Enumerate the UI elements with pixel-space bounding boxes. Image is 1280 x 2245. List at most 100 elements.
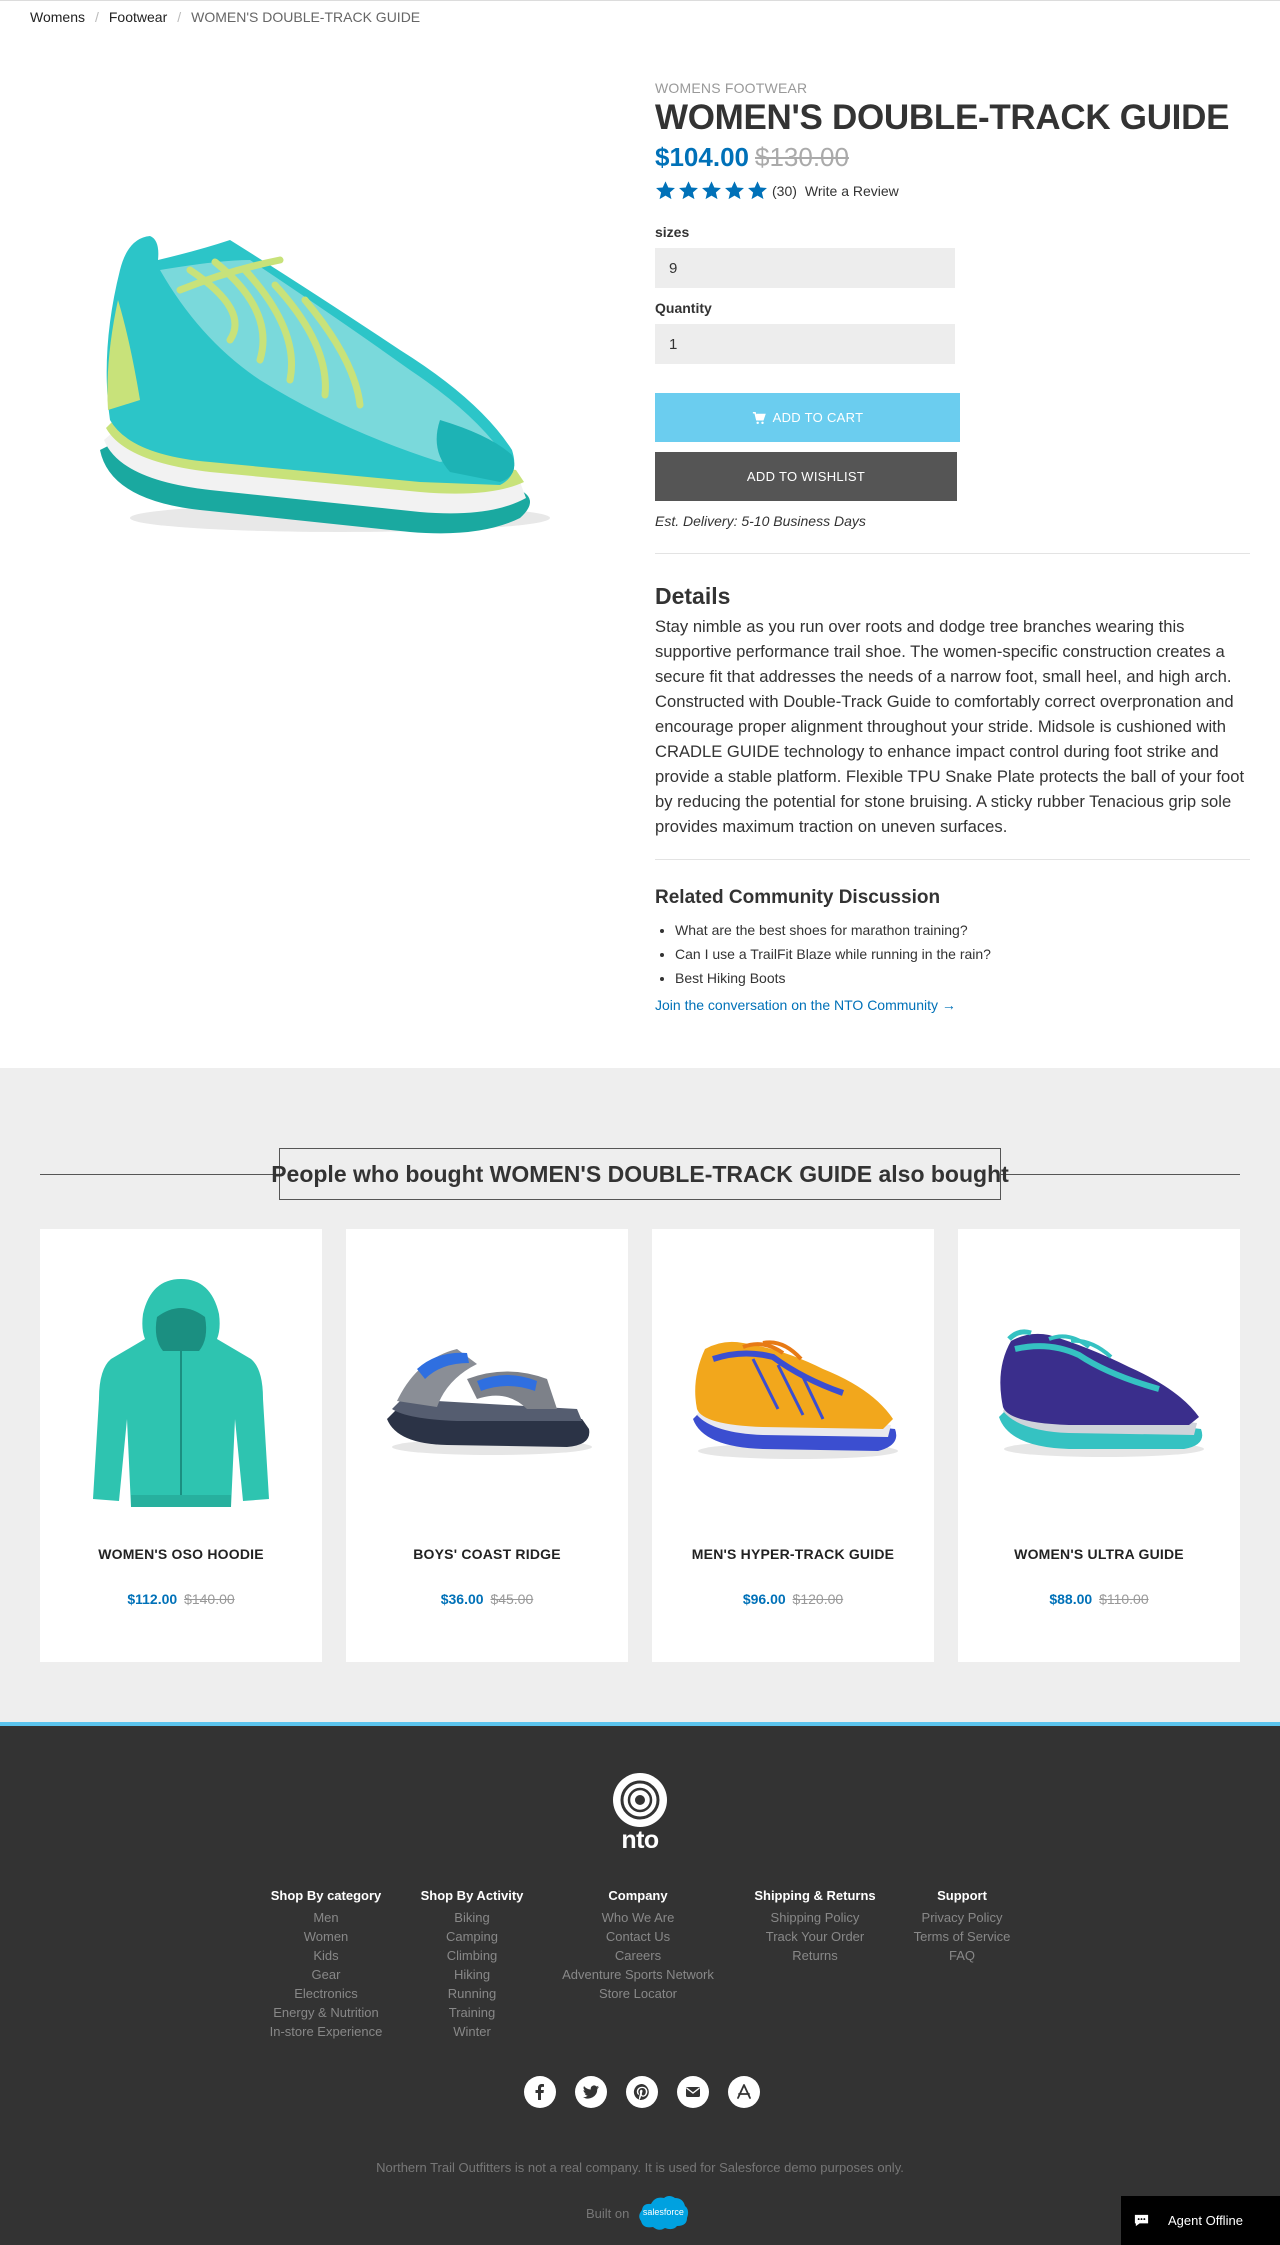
footer-link[interactable]: Women	[269, 1927, 383, 1946]
footer-link[interactable]: Returns	[752, 1946, 878, 1965]
top-border	[0, 0, 1280, 1]
product-thumbnail	[693, 1340, 898, 1459]
footer-link[interactable]: FAQ	[908, 1946, 1016, 1965]
product-price: $112.00 $140.00	[40, 1591, 322, 1607]
star-icon	[702, 181, 721, 200]
footer-link[interactable]: Who We Are	[556, 1908, 720, 1927]
footer-column-company: Company Who We Are Contact Us Careers Ad…	[556, 1888, 720, 2003]
footer-column-title: Company	[608, 1888, 668, 1903]
community-item[interactable]: Best Hiking Boots	[675, 966, 991, 990]
original-price: $110.00	[1099, 1591, 1149, 1607]
footer-link[interactable]: Climbing	[418, 1946, 526, 1965]
heading-rule	[1000, 1174, 1240, 1175]
footer-link[interactable]: Contact Us	[556, 1927, 720, 1946]
footer-link[interactable]: Biking	[418, 1908, 526, 1927]
product-thumbnail	[93, 1279, 269, 1507]
footer-disclaimer: Northern Trail Outfitters is not a real …	[376, 2160, 904, 2175]
twitter-icon[interactable]	[575, 2076, 607, 2108]
write-review-link[interactable]: Write a Review	[805, 183, 899, 199]
pinterest-icon[interactable]	[626, 2076, 658, 2108]
footer-link[interactable]: Hiking	[418, 1965, 526, 1984]
sale-price: $112.00	[127, 1591, 178, 1607]
product-name: WOMEN'S ULTRA GUIDE	[1014, 1546, 1184, 1562]
nto-logo-icon	[613, 1773, 667, 1827]
star-icon	[748, 181, 767, 200]
footer-link[interactable]: Shipping Policy	[752, 1908, 878, 1927]
footer-link[interactable]: Terms of Service	[908, 1927, 1016, 1946]
product-card[interactable]: WOMEN'S OSO HOODIE $112.00 $140.00	[40, 1229, 322, 1662]
add-to-cart-label: ADD TO CART	[772, 410, 864, 425]
original-price: $140.00	[184, 1591, 235, 1607]
email-icon[interactable]	[677, 2076, 709, 2108]
quantity-input[interactable]: 1	[655, 324, 955, 364]
sale-price: $88.00	[1049, 1591, 1093, 1607]
footer-link[interactable]: Privacy Policy	[908, 1908, 1016, 1927]
footer-link[interactable]: Camping	[418, 1927, 526, 1946]
footer-link[interactable]: Careers	[556, 1946, 720, 1965]
footer-link[interactable]: Winter	[418, 2022, 526, 2041]
footer-link[interactable]: Track Your Order	[752, 1927, 878, 1946]
salesforce-logo[interactable]: salesforce	[637, 2194, 689, 2232]
community-heading: Related Community Discussion	[655, 887, 941, 908]
footer-column-shop-by-activity: Shop By Activity Biking Camping Climbing…	[418, 1888, 526, 2041]
add-to-wishlist-button[interactable]: ADD TO WISHLIST	[655, 452, 957, 501]
footer-column-shipping-returns: Shipping & Returns Shipping Policy Track…	[752, 1888, 878, 1965]
footer-column-title: Shop By category	[270, 1888, 382, 1903]
footer-link[interactable]: Store Locator	[556, 1984, 720, 2003]
breadcrumb-womens[interactable]: Womens	[30, 9, 85, 25]
footer-link[interactable]: Running	[418, 1984, 526, 2003]
star-icon	[679, 181, 698, 200]
agent-status: Agent Offline	[1168, 2213, 1243, 2228]
footer-column-title: Shipping & Returns	[754, 1888, 876, 1903]
footer-link[interactable]: Kids	[269, 1946, 383, 1965]
social-links	[524, 2076, 760, 2108]
built-on-salesforce: Built on salesforce	[586, 2194, 689, 2232]
review-count: (30)	[772, 182, 797, 199]
product-thumbnail	[387, 1349, 592, 1455]
original-price: $130.00	[754, 142, 849, 172]
also-bought-section: People who bought WOMEN'S DOUBLE-TRACK G…	[0, 1068, 1280, 1723]
footer-link[interactable]: Electronics	[269, 1984, 383, 2003]
breadcrumb: Womens / Footwear / WOMEN'S DOUBLE-TRACK…	[30, 9, 420, 25]
facebook-icon[interactable]	[524, 2076, 556, 2108]
divider	[655, 859, 1250, 860]
product-name: WOMEN'S OSO HOODIE	[98, 1546, 264, 1562]
product-rating: (30) Write a Review	[655, 180, 899, 201]
nto-logo-text: nto	[621, 1826, 659, 1854]
also-bought-heading: People who bought WOMEN'S DOUBLE-TRACK G…	[271, 1148, 1009, 1200]
community-join-link[interactable]: Join the conversation on the NTO Communi…	[655, 997, 956, 1013]
sizes-select[interactable]: 9	[655, 248, 955, 288]
product-card[interactable]: WOMEN'S ULTRA GUIDE $88.00 $110.00	[958, 1229, 1240, 1662]
footer-link[interactable]: Energy & Nutrition	[269, 2003, 383, 2022]
community-item[interactable]: Can I use a TrailFit Blaze while running…	[675, 942, 991, 966]
quantity-label: Quantity	[655, 300, 712, 316]
footer-link[interactable]: In-store Experience	[269, 2022, 383, 2041]
breadcrumb-current: WOMEN'S DOUBLE-TRACK GUIDE	[191, 9, 421, 25]
app-store-icon[interactable]	[728, 2076, 760, 2108]
product-category: WOMENS FOOTWEAR	[655, 80, 808, 96]
footer-link[interactable]: Gear	[269, 1965, 383, 1984]
footer-link[interactable]: Men	[269, 1908, 383, 1927]
product-name: MEN'S HYPER-TRACK GUIDE	[691, 1546, 895, 1562]
star-icon	[725, 181, 744, 200]
cart-icon	[752, 411, 766, 424]
community-item[interactable]: What are the best shoes for marathon tra…	[675, 918, 991, 942]
product-name: BOYS' COAST RIDGE	[413, 1546, 561, 1562]
delivery-estimate: Est. Delivery: 5-10 Business Days	[655, 513, 866, 529]
footer-link[interactable]: Training	[418, 2003, 526, 2022]
product-card[interactable]: MEN'S HYPER-TRACK GUIDE $96.00 $120.00	[652, 1229, 934, 1662]
add-to-cart-button[interactable]: ADD TO CART	[655, 393, 960, 442]
nto-logo[interactable]: nto	[612, 1772, 668, 1854]
footer-link[interactable]: Adventure Sports Network	[556, 1965, 720, 1984]
chat-icon	[1134, 2214, 1149, 2227]
built-on-label: Built on	[586, 2205, 630, 2221]
product-image	[100, 236, 550, 534]
sale-price: $104.00	[655, 142, 749, 172]
agent-chat-button[interactable]: Agent Offline	[1121, 2196, 1280, 2245]
sizes-label: sizes	[655, 224, 690, 240]
product-card[interactable]: BOYS' COAST RIDGE $36.00 $45.00	[346, 1229, 628, 1662]
community-list: What are the best shoes for marathon tra…	[675, 918, 991, 990]
breadcrumb-footwear[interactable]: Footwear	[109, 9, 167, 25]
salesforce-logo-text: salesforce	[642, 2207, 684, 2217]
original-price: $45.00	[490, 1591, 534, 1607]
